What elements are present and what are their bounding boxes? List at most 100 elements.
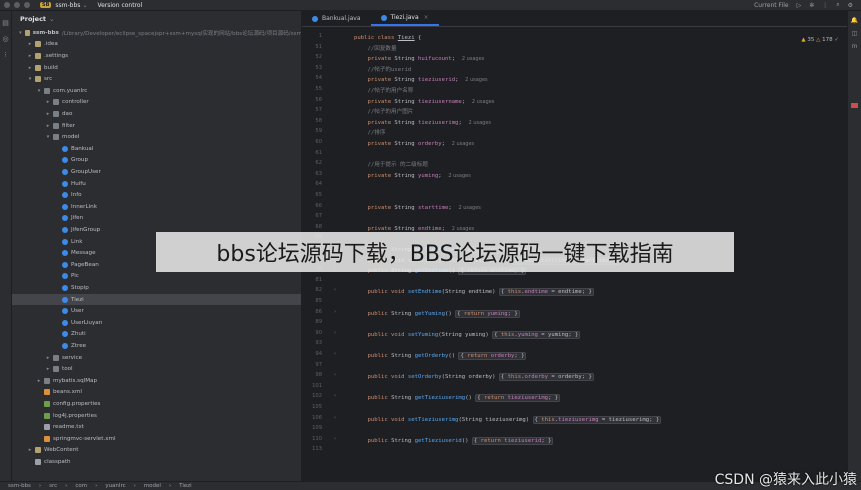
run-icon[interactable]: ▷ bbox=[797, 2, 802, 9]
fold-icon[interactable]: › bbox=[334, 351, 336, 357]
cls-icon bbox=[62, 238, 68, 245]
window-minimize-button[interactable] bbox=[14, 2, 20, 8]
cls-icon bbox=[62, 226, 68, 233]
chevron-icon[interactable]: ▸ bbox=[27, 447, 33, 453]
breadcrumb-item[interactable]: Tiezi bbox=[179, 483, 192, 489]
chevron-right-icon: › bbox=[168, 483, 172, 489]
tree-item[interactable]: ▸ service bbox=[12, 352, 301, 364]
tree-item[interactable]: ▸ build bbox=[12, 62, 301, 74]
tree-item[interactable]: Info bbox=[12, 189, 301, 201]
tree-item[interactable]: springmvc-servlet.xml bbox=[12, 433, 301, 445]
pkg-icon bbox=[53, 354, 59, 361]
chevron-icon[interactable]: ▸ bbox=[45, 355, 51, 361]
tree-item[interactable]: Stopip bbox=[12, 282, 301, 294]
search-icon[interactable]: ⌕ bbox=[836, 1, 839, 9]
chevron-icon[interactable]: ▸ bbox=[36, 378, 42, 384]
tree-item[interactable]: ▾ com.yuanlrc bbox=[12, 85, 301, 97]
window-close-button[interactable] bbox=[4, 2, 10, 8]
tree-item[interactable]: Group bbox=[12, 155, 301, 167]
tab-bankual[interactable]: Bankual.java bbox=[302, 11, 371, 26]
fold-icon[interactable]: › bbox=[334, 393, 336, 399]
line-number: 56 bbox=[315, 96, 322, 103]
breadcrumb-item[interactable]: ssm-bbs bbox=[8, 483, 31, 489]
tree-item[interactable]: ▾ ssm-bbs/Library/Developer/eclipse_space… bbox=[12, 27, 302, 39]
tree-item[interactable]: GroupUser bbox=[12, 166, 301, 178]
chevron-icon[interactable]: ▾ bbox=[36, 88, 42, 94]
fold-icon[interactable]: › bbox=[334, 309, 336, 315]
tree-item[interactable]: UserLiuyan bbox=[12, 317, 301, 329]
chevron-icon[interactable]: ▸ bbox=[45, 111, 51, 117]
tree-item[interactable]: InnerLink bbox=[12, 201, 301, 213]
chevron-icon[interactable]: ▸ bbox=[45, 366, 51, 372]
fold-icon[interactable]: › bbox=[334, 372, 336, 378]
chevron-icon[interactable]: ▸ bbox=[45, 99, 51, 105]
window-zoom-button[interactable] bbox=[24, 2, 30, 8]
tree-item[interactable]: Ztree bbox=[12, 340, 301, 352]
fold-icon[interactable]: › bbox=[334, 287, 336, 293]
breadcrumb-item[interactable]: model bbox=[144, 483, 161, 489]
chevron-icon[interactable]: ▸ bbox=[27, 41, 33, 47]
code-line: private String yuming; 2 usages bbox=[367, 172, 471, 179]
maven-icon[interactable]: m bbox=[848, 43, 861, 50]
run-config-selector[interactable]: Current File bbox=[754, 2, 788, 9]
project-tool-icon[interactable]: ▤ bbox=[0, 19, 11, 27]
commit-tool-icon[interactable]: ◎ bbox=[0, 35, 11, 43]
tree-item-label: readme.txt bbox=[53, 424, 84, 431]
chevron-icon[interactable]: ▸ bbox=[45, 123, 51, 129]
tree-item-path: /Library/Developer/eclipse_spacejspr+ssm… bbox=[61, 30, 302, 37]
tree-item[interactable]: Huifu bbox=[12, 178, 301, 190]
tree-item[interactable]: ▾ src bbox=[12, 73, 301, 85]
project-selector[interactable]: ssm-bbs bbox=[55, 2, 80, 9]
chevron-icon[interactable]: ▸ bbox=[27, 65, 33, 71]
chevron-icon[interactable]: ▾ bbox=[18, 30, 23, 36]
debug-icon[interactable]: ✲ bbox=[809, 2, 814, 9]
tree-item[interactable]: ▸ dao bbox=[12, 108, 301, 120]
line-number: 59 bbox=[315, 128, 322, 135]
tree-item[interactable]: ▸ .settings bbox=[12, 50, 301, 62]
tree-item-label: Group bbox=[71, 157, 89, 164]
structure-tool-icon[interactable]: ⁝ bbox=[0, 51, 11, 59]
more-icon[interactable]: ⋮ bbox=[822, 2, 828, 9]
line-number: 85 bbox=[315, 298, 322, 304]
breadcrumb-item[interactable]: com bbox=[75, 483, 87, 489]
tree-item[interactable]: config.properties bbox=[12, 398, 301, 410]
chevron-icon[interactable]: ▾ bbox=[45, 134, 51, 140]
fold-icon[interactable]: › bbox=[334, 436, 336, 442]
chevron-icon[interactable]: ▾ bbox=[27, 76, 33, 82]
line-number: 55 bbox=[315, 86, 322, 92]
tree-item[interactable]: log4j.properties bbox=[12, 410, 301, 422]
tree-item[interactable]: ▾ model bbox=[12, 131, 301, 143]
tree-item-label: com.yuanlrc bbox=[53, 87, 88, 94]
tree-item[interactable]: classpath bbox=[12, 456, 301, 468]
vcs-widget[interactable]: Version control bbox=[97, 2, 142, 9]
tree-item[interactable]: User bbox=[12, 305, 301, 317]
tree-item[interactable]: ▸ .idea bbox=[12, 39, 301, 51]
tree-item[interactable]: Zhuti bbox=[12, 329, 301, 341]
tab-tiezi[interactable]: Tiezi.java × bbox=[370, 11, 439, 26]
fold-icon[interactable]: › bbox=[334, 330, 336, 336]
tree-item[interactable]: ▸ tool bbox=[12, 363, 301, 375]
chevron-icon[interactable]: ▸ bbox=[27, 53, 33, 59]
notifications-icon[interactable]: 🔔 bbox=[848, 17, 861, 24]
tree-item-label: Pic bbox=[71, 273, 79, 280]
settings-icon[interactable]: ⚙ bbox=[848, 2, 853, 9]
code-line: private String huifucount; 2 usages bbox=[367, 56, 485, 63]
tree-item-label: User bbox=[71, 308, 84, 315]
tree-item[interactable]: ▸ WebContent bbox=[12, 445, 301, 457]
tree-item[interactable]: ▸ filter bbox=[12, 120, 301, 132]
breadcrumb-item[interactable]: src bbox=[49, 483, 57, 489]
close-icon[interactable]: × bbox=[424, 14, 429, 21]
tree-item[interactable]: ▸ mybatis.sqlMap bbox=[12, 375, 301, 387]
tree-item[interactable]: Jifen bbox=[12, 213, 301, 225]
tree-item[interactable]: readme.txt bbox=[12, 421, 301, 433]
tree-item[interactable]: beans.xml bbox=[12, 387, 301, 399]
tree-item[interactable]: Tiezi bbox=[12, 293, 301, 306]
breadcrumb-item[interactable]: yuanlrc bbox=[105, 483, 125, 489]
tree-item[interactable]: Bankual bbox=[12, 143, 301, 155]
tree-item[interactable]: Pic bbox=[12, 271, 301, 283]
tree-item[interactable]: ▸ controller bbox=[12, 97, 301, 109]
database-icon[interactable]: ◫ bbox=[848, 30, 861, 37]
class-icon bbox=[312, 15, 318, 22]
fold-icon[interactable]: › bbox=[334, 415, 336, 421]
error-marker[interactable] bbox=[851, 103, 858, 108]
